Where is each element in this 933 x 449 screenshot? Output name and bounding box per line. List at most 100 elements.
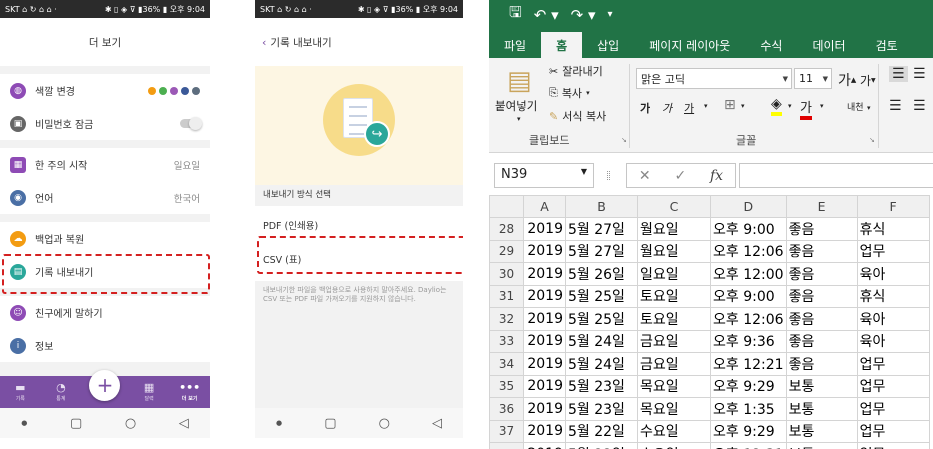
cell[interactable]: 좋음 [785,262,858,286]
cell[interactable]: 업무 [856,239,930,263]
overview-icon[interactable]: ▢ [70,416,82,431]
select-all-corner[interactable] [489,195,524,218]
cell[interactable]: 5월 23일 [565,397,638,421]
tab-entries[interactable]: ▬ 기록 [8,382,32,403]
underline-button[interactable]: 가 [684,100,694,116]
cell[interactable]: 5월 23일 [565,374,638,398]
align-top-icon[interactable]: ☰ [889,66,908,82]
row-header[interactable]: 29 [489,239,524,263]
cell[interactable]: 2019 [523,284,566,308]
cell[interactable]: 오후 9:00 [710,217,787,241]
home-icon[interactable]: ○ [125,416,136,431]
cell[interactable]: 좋음 [785,329,858,353]
align-middle-icon[interactable]: ☰ [913,66,926,82]
cell[interactable]: 목요일 [637,374,711,398]
cell[interactable]: 2019 [523,329,566,353]
tab-file[interactable]: 파일 [489,32,541,58]
align-left-icon[interactable]: ☰ [889,98,902,114]
cut-button[interactable]: ✂ 잘라내기 [549,63,603,79]
row-header[interactable]: 33 [489,329,524,353]
cell[interactable]: 토요일 [637,284,711,308]
tab-home[interactable]: 홈 [541,32,583,58]
paste-dropdown-icon[interactable]: ▾ [517,115,521,123]
cell[interactable]: 좋음 [785,239,858,263]
tab-formulas[interactable]: 수식 [745,32,797,58]
add-entry-button[interactable]: + [89,369,121,401]
cell[interactable]: 목요일 [637,397,711,421]
cell[interactable]: 5월 26일 [565,262,638,286]
cell[interactable]: 2019 [523,442,566,449]
grow-font-button[interactable]: 가 ▲ [838,70,856,90]
dialog-launcher-icon[interactable]: ↘ [621,136,627,144]
tab-calendar[interactable]: ▦ 달력 [137,382,161,403]
menu-item-language[interactable]: ◉ 언어 한국어 [0,181,210,214]
menu-item-change-color[interactable]: ◍ 색깔 변경 [0,74,210,107]
cell[interactable]: 오후 9:29 [710,374,787,398]
cell[interactable]: 오후 12:06 [710,307,787,331]
menu-item-backup-restore[interactable]: ☁ 백업과 복원 [0,222,210,255]
row-header[interactable]: 36 [489,397,524,421]
cell[interactable]: 휴식 [856,284,930,308]
customize-qat-icon[interactable]: ▾ [608,9,613,20]
phonetic-button[interactable]: 내천 [847,100,864,113]
cell[interactable]: 업무 [856,419,930,443]
cell[interactable]: 5월 24일 [565,352,638,376]
save-icon[interactable]: 🖫 [509,2,522,27]
cell[interactable]: 2019 [523,239,566,263]
shrink-font-button[interactable]: 가 ▼ [860,72,876,89]
cell[interactable]: 휴식 [856,217,930,241]
format-painter-button[interactable]: ✎ 서식 복사 [549,108,606,124]
menu-item-about[interactable]: i 정보 [0,329,210,362]
cell[interactable]: 오후 12:06 [710,239,787,263]
tab-stats[interactable]: ◔ 통계 [49,382,73,403]
cell[interactable]: 오후 1:35 [710,397,787,421]
font-color-button[interactable]: 가 [800,97,812,120]
cell[interactable]: 오후 12:21 [710,352,787,376]
column-header-e[interactable]: E [785,195,858,218]
cell[interactable]: 토요일 [637,307,711,331]
cell[interactable]: 좋음 [785,352,858,376]
font-color-dropdown-icon[interactable]: ▾ [820,102,824,110]
cell[interactable]: 2019 [523,374,566,398]
cell[interactable]: 업무 [856,397,930,421]
font-dialog-launcher-icon[interactable]: ↘ [869,136,875,144]
cell[interactable]: 수요일 [637,442,711,449]
row-header[interactable]: 34 [489,352,524,376]
column-header-c[interactable]: C [637,195,711,218]
row-header[interactable]: 30 [489,262,524,286]
back-icon[interactable]: ◁ [179,416,189,431]
fill-color-icon[interactable]: ◈ [771,96,782,116]
row-header[interactable]: 35 [489,374,524,398]
tab-page-layout[interactable]: 페이지 레이아웃 [634,32,745,58]
cell[interactable]: 2019 [523,217,566,241]
menu-item-week-start[interactable]: ▦ 한 주의 시작 일요일 [0,148,210,181]
cell[interactable]: 업무 [856,352,930,376]
cell[interactable]: 5월 27일 [565,239,638,263]
row-header[interactable]: 32 [489,307,524,331]
column-header-f[interactable]: F [856,195,930,218]
font-name-select[interactable]: 맑은 고딕 ▼ [636,68,792,89]
cell[interactable]: 오후 12:00 [710,262,787,286]
column-header-b[interactable]: B [565,195,638,218]
overview-icon[interactable]: ▢ [324,416,336,431]
tab-data[interactable]: 데이터 [797,32,860,58]
cell[interactable]: 업무 [856,374,930,398]
border-dropdown-icon[interactable]: ▾ [741,102,745,110]
cell[interactable]: 5월 22일 [565,419,638,443]
phonetic-dropdown-icon[interactable]: ▾ [867,104,871,112]
cell[interactable]: 5월 25일 [565,307,638,331]
cell[interactable]: 5월 25일 [565,284,638,308]
tab-insert[interactable]: 삽입 [582,32,634,58]
tab-more[interactable]: ••• 더 보기 [178,382,202,403]
cell[interactable]: 5월 27일 [565,217,638,241]
cell[interactable]: 보통 [785,397,858,421]
cell[interactable]: 오후 12:31 [710,442,787,449]
enter-check-icon[interactable]: ✓ [674,168,686,184]
back-icon[interactable]: ◁ [432,416,442,431]
align-center-icon[interactable]: ☰ [913,98,926,114]
cell[interactable]: 좋음 [785,217,858,241]
cell[interactable]: 2019 [523,262,566,286]
cell[interactable]: 육아 [856,262,930,286]
italic-button[interactable]: 가 [662,100,672,116]
cell[interactable]: 업무 [856,442,930,449]
